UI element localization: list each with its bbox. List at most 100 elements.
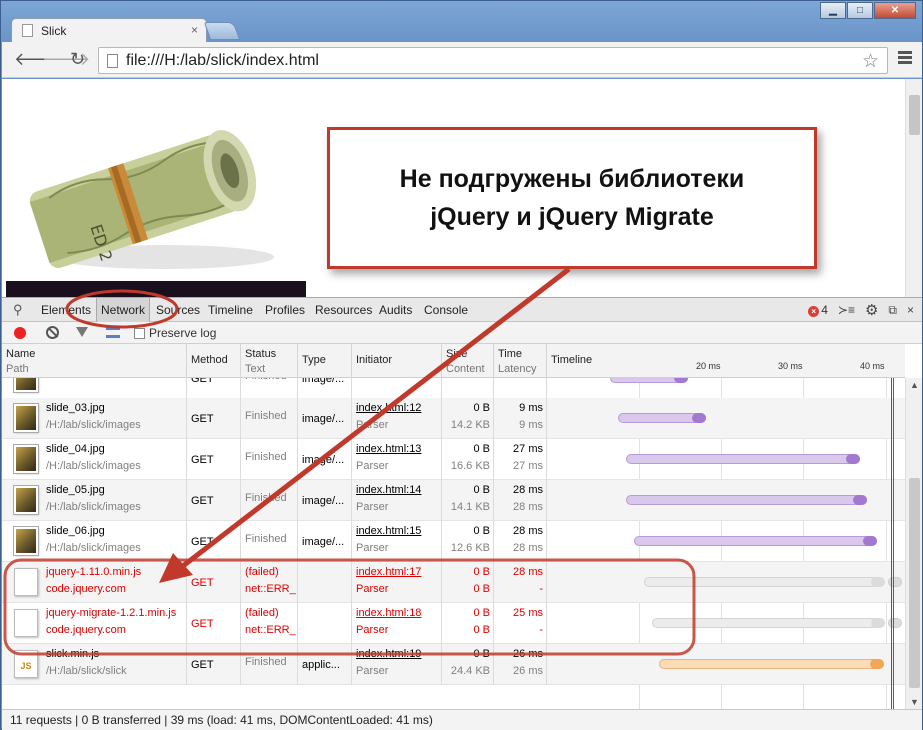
tab-elements[interactable]: Elements: [41, 303, 91, 317]
gear-icon[interactable]: ⚙: [865, 301, 878, 319]
request-type: [298, 603, 352, 644]
request-row[interactable]: slide_03.jpg /H:/lab/slick/images GET Fi…: [2, 398, 905, 439]
tab-profiles[interactable]: Profiles: [265, 303, 305, 317]
initiator-link[interactable]: index.html:13: [356, 441, 438, 458]
timeline-bar: [634, 536, 877, 546]
timeline-bar-end: [853, 495, 867, 505]
dock-icon[interactable]: ⧉: [888, 303, 897, 318]
failed-request-row[interactable]: jquery-migrate-1.2.1.min.js code.jquery.…: [2, 603, 905, 644]
clear-icon[interactable]: [46, 326, 59, 339]
callout-line-1: Не подгружены библиотеки: [399, 165, 745, 193]
request-content-size: 0 B: [473, 624, 490, 636]
browser-window: ▁ □ ✕ Slick × 🡐 🡒 ↻ file:///H:/lab/slick…: [0, 0, 923, 730]
request-row[interactable]: slide_04.jpg /H:/lab/slick/images GET Fi…: [2, 439, 905, 480]
grid-scrollbar[interactable]: ▲ ▼: [905, 378, 922, 709]
preserve-log-checkbox[interactable]: Preserve log: [134, 326, 216, 340]
annotation-callout: Не подгружены библиотеки jQuery и jQuery…: [327, 127, 817, 269]
timeline-bar: [652, 618, 885, 628]
filter-icon[interactable]: [76, 327, 88, 337]
failed-request-row[interactable]: jquery-1.11.0.min.js code.jquery.com GET…: [2, 562, 905, 603]
close-tab-icon[interactable]: ×: [191, 23, 198, 37]
request-method: GET: [187, 378, 241, 398]
request-status: Finished: [245, 451, 287, 463]
scroll-down-icon[interactable]: ▼: [910, 697, 919, 707]
maximize-button[interactable]: □: [847, 2, 873, 19]
request-row[interactable]: slide_05.jpg /H:/lab/slick/images GET Fi…: [2, 480, 905, 521]
menu-icon[interactable]: [898, 51, 912, 66]
tab-console[interactable]: Console: [424, 303, 468, 317]
request-latency: -: [539, 583, 543, 595]
record-icon[interactable]: [14, 327, 26, 339]
scrollbar-thumb[interactable]: [909, 95, 920, 135]
page-icon: [107, 53, 118, 68]
request-type: applic...: [298, 644, 352, 685]
request-content-size: 14.2 KB: [450, 419, 490, 431]
request-method: GET: [187, 521, 241, 562]
timeline-bar: [644, 577, 885, 587]
image-icon: [13, 378, 39, 393]
request-status-text: net::ERR_: [245, 583, 296, 595]
close-window-button[interactable]: ✕: [874, 2, 916, 19]
tab-network[interactable]: Network: [96, 298, 151, 322]
initiator-type: Parser: [356, 419, 389, 431]
error-count-badge[interactable]: × 4: [808, 303, 828, 317]
image-icon: [13, 526, 39, 556]
request-size: 0 B: [473, 525, 490, 537]
minimize-button[interactable]: ▁: [820, 2, 846, 19]
request-size: 0 B: [473, 607, 490, 619]
page-scrollbar[interactable]: [905, 79, 922, 297]
timeline-bar-end: [674, 378, 688, 383]
initiator-link[interactable]: index.html:12: [356, 400, 438, 417]
network-toolbar: Preserve log: [2, 322, 922, 344]
tab-sources[interactable]: Sources: [156, 303, 200, 317]
request-name: slide_05.jpg: [46, 484, 105, 496]
initiator-type: Parser: [356, 583, 389, 595]
list-view-icon[interactable]: [106, 327, 120, 338]
request-name: slick.min.js: [46, 648, 100, 660]
initiator-link[interactable]: index.html:15: [356, 523, 438, 540]
page-icon: [22, 24, 33, 37]
file-icon: [14, 609, 38, 637]
request-time: 9 ms: [519, 402, 543, 414]
reload-icon[interactable]: ↻: [70, 50, 85, 68]
network-grid: Name Path Method Status Text Type Initiato…: [2, 344, 905, 709]
request-row[interactable]: slide_06.jpg /H:/lab/slick/images GET Fi…: [2, 521, 905, 562]
initiator-link[interactable]: index.html:14: [356, 482, 438, 499]
initiator-link[interactable]: index.html:17: [356, 564, 438, 581]
search-icon[interactable]: ⚲: [13, 302, 23, 318]
request-status: Finished: [245, 656, 287, 668]
new-tab-button[interactable]: [203, 22, 241, 40]
request-row[interactable]: /H:/lab/slick/images GET Finished image/…: [2, 378, 905, 399]
page-content: ED 2 Не подгружены библиотеки jQuery и j…: [2, 79, 922, 297]
address-bar[interactable]: file:///H:/lab/slick/index.html ☆: [98, 47, 888, 74]
bookmark-star-icon[interactable]: ☆: [862, 50, 879, 73]
request-path: /H:/lab/slick/images: [46, 501, 141, 513]
request-latency: 28 ms: [513, 501, 543, 513]
request-time: 27 ms: [513, 443, 543, 455]
request-status: (failed): [245, 607, 279, 619]
request-status: Finished: [245, 533, 287, 545]
browser-tab[interactable]: Slick ×: [11, 18, 207, 42]
request-name: slide_06.jpg: [46, 525, 105, 537]
initiator-link[interactable]: index.html:19: [356, 646, 438, 663]
devtools-tab-bar: ⚲ Elements Network Sources Timeline Prof…: [2, 298, 922, 322]
timeline-bar-end: [871, 577, 885, 587]
scroll-up-icon[interactable]: ▲: [910, 380, 919, 390]
tab-audits[interactable]: Audits: [379, 303, 412, 317]
timeline-bar: [610, 378, 688, 383]
initiator-link[interactable]: index.html:18: [356, 605, 438, 622]
request-row[interactable]: JS slick.min.js /H:/lab/slick/slick GET …: [2, 644, 905, 685]
request-latency: 28 ms: [513, 542, 543, 554]
url-text: file:///H:/lab/slick/index.html: [126, 51, 319, 69]
timeline-bar-end: [846, 454, 860, 464]
checkbox[interactable]: [134, 327, 145, 339]
drawer-icon[interactable]: ≻≡: [838, 303, 855, 317]
error-icon: ×: [808, 306, 820, 317]
tab-resources[interactable]: Resources: [315, 303, 372, 317]
scrollbar-thumb[interactable]: [909, 478, 920, 688]
close-devtools-icon[interactable]: ×: [907, 303, 914, 317]
tab-timeline[interactable]: Timeline: [208, 303, 253, 317]
timeline-bar-end: [871, 618, 885, 628]
timeline-bar-end: [870, 659, 884, 669]
load-line: [893, 378, 894, 709]
